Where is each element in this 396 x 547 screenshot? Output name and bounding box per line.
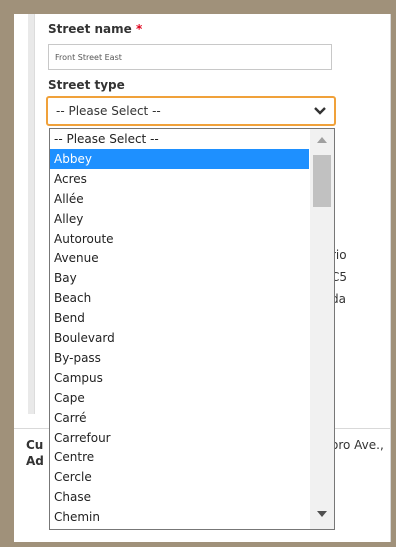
background-address-fragment: oro Ave., [331,438,384,452]
dropdown-option[interactable]: Autoroute [50,229,309,249]
dropdown-option[interactable]: Acres [50,169,309,189]
dropdown-option[interactable]: Abbey [50,148,309,169]
street-type-select[interactable]: -- Please Select -- [46,96,336,126]
dropdown-option[interactable]: Beach [50,288,309,308]
dropdown-option[interactable]: Chemin [50,507,309,527]
required-asterisk: * [135,22,143,36]
street-type-selected-value: -- Please Select -- [56,104,161,118]
street-type-label: Street type [48,78,125,92]
street-name-label-text: Street name [48,22,132,36]
dropdown-option[interactable]: -- Please Select -- [50,129,309,149]
scroll-up-arrow-icon[interactable] [317,137,327,143]
street-type-dropdown-list[interactable]: -- Please Select -- Abbey Acres Allée Alley A… [49,128,335,530]
dropdown-option[interactable]: Chase [50,487,309,507]
street-name-input[interactable]: Front Street East [48,44,332,70]
dropdown-option[interactable]: Bend [50,308,309,328]
dropdown-option[interactable]: Carré [50,408,309,428]
street-name-label: Street name * [48,22,142,36]
dropdown-option[interactable]: Alley [50,209,309,229]
dropdown-option[interactable]: Carrefour [50,428,309,448]
dropdown-option[interactable]: Avenue [50,248,309,268]
dropdown-option[interactable]: By-pass [50,348,309,368]
dropdown-option[interactable]: Bay [50,268,309,288]
dropdown-scrollbar[interactable] [310,129,334,529]
dropdown-option[interactable]: Boulevard [50,328,309,348]
background-text-cu: Cu [26,438,44,452]
dropdown-option[interactable]: Campus [50,368,309,388]
scroll-down-arrow-icon[interactable] [317,511,327,517]
background-text-ad: Ad [26,454,44,468]
panel-gutter [28,14,35,414]
dropdown-option[interactable]: Allée [50,189,309,209]
dropdown-option[interactable]: Centre [50,447,309,467]
scrollbar-thumb[interactable] [313,155,331,207]
dropdown-option[interactable]: Cape [50,388,309,408]
dropdown-option[interactable]: Cercle [50,467,309,487]
chevron-down-icon [314,107,326,115]
